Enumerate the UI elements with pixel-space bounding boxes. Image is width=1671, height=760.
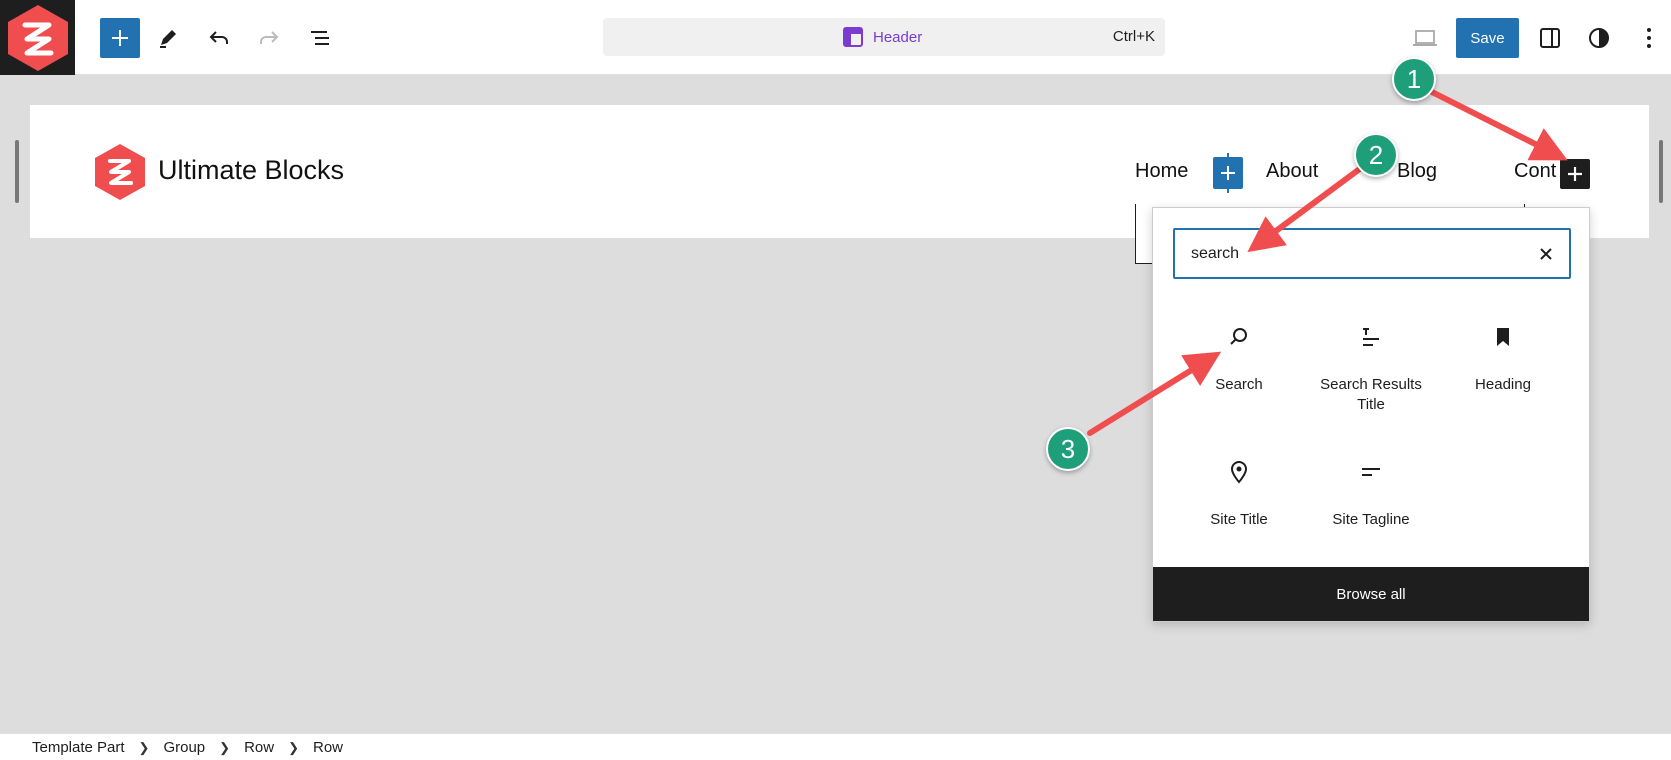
breadcrumb: Template Part ❯ Group ❯ Row ❯ Row (32, 734, 343, 760)
nav-add-block-button[interactable] (1213, 153, 1243, 193)
block-option-search-results-title[interactable]: Search Results Title (1305, 325, 1437, 435)
step-badge-3: 3 (1046, 427, 1090, 471)
pencil-icon (160, 30, 176, 48)
chevron-right-icon: ❯ (138, 739, 150, 755)
block-search-field[interactable] (1173, 228, 1571, 279)
block-option-site-tagline[interactable]: Site Tagline (1305, 460, 1437, 570)
tools-button[interactable] (148, 18, 188, 58)
site-logo-button[interactable] (0, 0, 75, 75)
browse-all-button[interactable]: Browse all (1153, 567, 1589, 621)
breadcrumb-item-row[interactable]: Row (244, 739, 274, 756)
tagline-icon (1362, 468, 1380, 476)
nav-item-blog[interactable]: Blog (1397, 160, 1437, 183)
chevron-right-icon: ❯ (219, 739, 231, 755)
block-inserter-toggle[interactable] (100, 18, 140, 58)
ultimate-blocks-logo-icon (7, 4, 68, 71)
nav-item-contact[interactable]: Cont (1514, 160, 1556, 183)
more-vertical-icon (1647, 28, 1651, 48)
contrast-icon (1589, 28, 1609, 48)
clear-search-button[interactable] (1535, 243, 1557, 265)
undo-button[interactable] (199, 18, 239, 58)
options-menu-button[interactable] (1629, 18, 1669, 58)
plus-icon (112, 30, 128, 46)
command-shortcut: Ctrl+K (1112, 28, 1155, 45)
block-option-site-title[interactable]: Site Title (1173, 460, 1305, 570)
block-breadcrumb-bar: Template Part ❯ Group ❯ Row ❯ Row (0, 733, 1671, 760)
block-search-input[interactable] (1191, 243, 1511, 265)
redo-icon (260, 31, 279, 44)
undo-icon (209, 31, 228, 44)
redo-button[interactable] (249, 18, 289, 58)
nav-item-home[interactable]: Home (1135, 160, 1188, 183)
styles-button[interactable] (1579, 18, 1619, 58)
document-overview-button[interactable] (300, 18, 340, 58)
template-part-icon (843, 27, 863, 47)
preview-device-button[interactable] (1405, 18, 1445, 58)
nav-item-about[interactable]: About (1266, 160, 1318, 183)
quick-inserter-popover: Search Search Results Title Heading Site… (1152, 207, 1590, 622)
save-button[interactable]: Save (1456, 18, 1519, 58)
bookmark-icon (1497, 328, 1509, 346)
settings-sidebar-toggle[interactable] (1530, 18, 1570, 58)
site-logo-icon[interactable] (93, 143, 147, 201)
search-icon (1230, 328, 1247, 345)
list-view-icon (311, 31, 329, 45)
plus-icon (1568, 167, 1582, 181)
block-option-label: Heading (1475, 376, 1531, 393)
canvas-resize-handle-right[interactable] (1659, 140, 1663, 203)
block-option-search[interactable]: Search (1173, 325, 1305, 435)
desktop-icon (1413, 30, 1437, 46)
document-title-text: Header (873, 28, 923, 46)
command-palette-bar[interactable]: Header Ctrl+K (603, 18, 1165, 56)
document-title: Header (843, 18, 922, 56)
block-option-label: Site Tagline (1332, 511, 1410, 528)
block-option-label: Site Title (1210, 511, 1268, 528)
sidebar-icon (1540, 28, 1560, 48)
chevron-right-icon: ❯ (288, 739, 299, 755)
query-title-icon (1363, 328, 1379, 346)
site-title[interactable]: Ultimate Blocks (158, 155, 344, 186)
block-option-heading[interactable]: Heading (1437, 325, 1569, 435)
step-badge-2: 2 (1354, 133, 1398, 177)
header-add-block-button[interactable] (1560, 159, 1590, 189)
map-pin-icon (1230, 461, 1248, 484)
breadcrumb-item-group[interactable]: Group (163, 739, 205, 756)
breadcrumb-item-template-part[interactable]: Template Part (32, 739, 125, 756)
block-option-label: Search Results Title (1320, 376, 1422, 413)
block-option-label: Search (1215, 376, 1263, 393)
step-badge-1: 1 (1392, 57, 1436, 101)
close-icon (1540, 248, 1552, 260)
breadcrumb-item-row-current: Row (312, 739, 343, 756)
plus-icon (1221, 166, 1235, 180)
canvas-resize-handle-left[interactable] (15, 140, 19, 203)
